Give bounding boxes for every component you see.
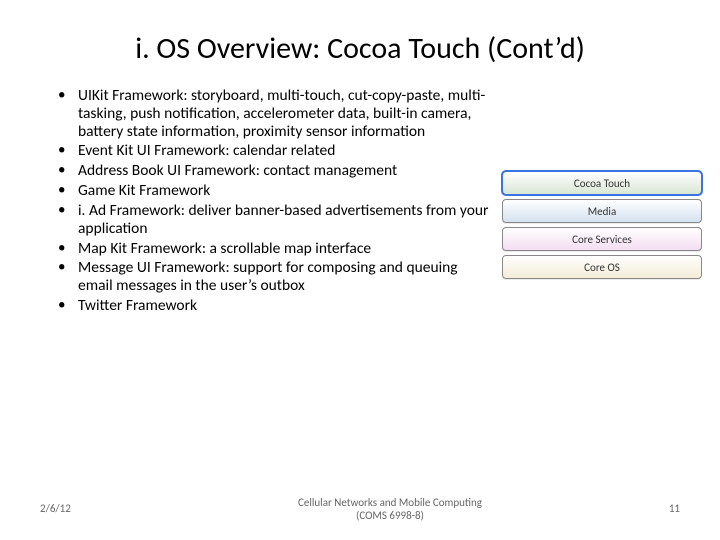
slide-footer: 2/6/12 Cellular Networks and Mobile Comp… [0, 496, 720, 522]
slide-body: UIKit Framework: storyboard, multi-touch… [0, 87, 720, 317]
footer-course-line2: (COMS 6998-8) [160, 509, 620, 522]
bullet-item: UIKit Framework: storyboard, multi-touch… [54, 87, 492, 140]
layer-cocoa-touch: Cocoa Touch [502, 171, 702, 195]
bullet-list: UIKit Framework: storyboard, multi-touch… [54, 87, 492, 317]
bullet-item: Twitter Framework [54, 297, 492, 315]
slide-title: i. OS Overview: Cocoa Touch (Cont’d) [0, 0, 720, 87]
bullet-item: Map Kit Framework: a scrollable map inte… [54, 240, 492, 258]
bullet-item: i. Ad Framework: deliver banner-based ad… [54, 202, 492, 238]
layer-core-services: Core Services [502, 227, 702, 251]
layer-media: Media [502, 199, 702, 223]
footer-course: Cellular Networks and Mobile Computing (… [160, 496, 620, 522]
footer-page-number: 11 [620, 502, 680, 515]
footer-course-line1: Cellular Networks and Mobile Computing [160, 496, 620, 509]
footer-date: 2/6/12 [40, 502, 160, 515]
bullet-item: Message UI Framework: support for compos… [54, 259, 492, 295]
bullet-item: Address Book UI Framework: contact manag… [54, 162, 492, 180]
bullet-item: Game Kit Framework [54, 182, 492, 200]
layer-diagram: Cocoa Touch Media Core Services Core OS [502, 171, 702, 283]
bullet-item: Event Kit UI Framework: calendar related [54, 142, 492, 160]
layer-core-os: Core OS [502, 255, 702, 279]
